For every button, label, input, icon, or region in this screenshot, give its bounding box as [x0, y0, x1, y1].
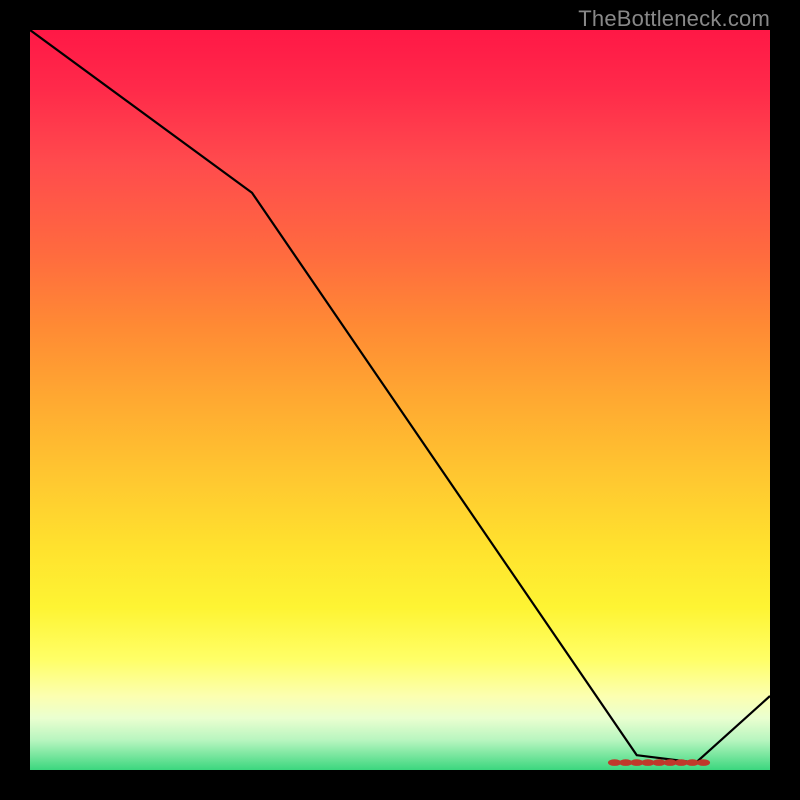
chart-svg — [30, 30, 770, 770]
marker-dots — [608, 759, 710, 766]
plot-area — [30, 30, 770, 770]
marker-dot — [697, 759, 710, 766]
chart-frame: TheBottleneck.com — [0, 0, 800, 800]
curve-line — [30, 30, 770, 763]
watermark-label: TheBottleneck.com — [578, 6, 770, 32]
